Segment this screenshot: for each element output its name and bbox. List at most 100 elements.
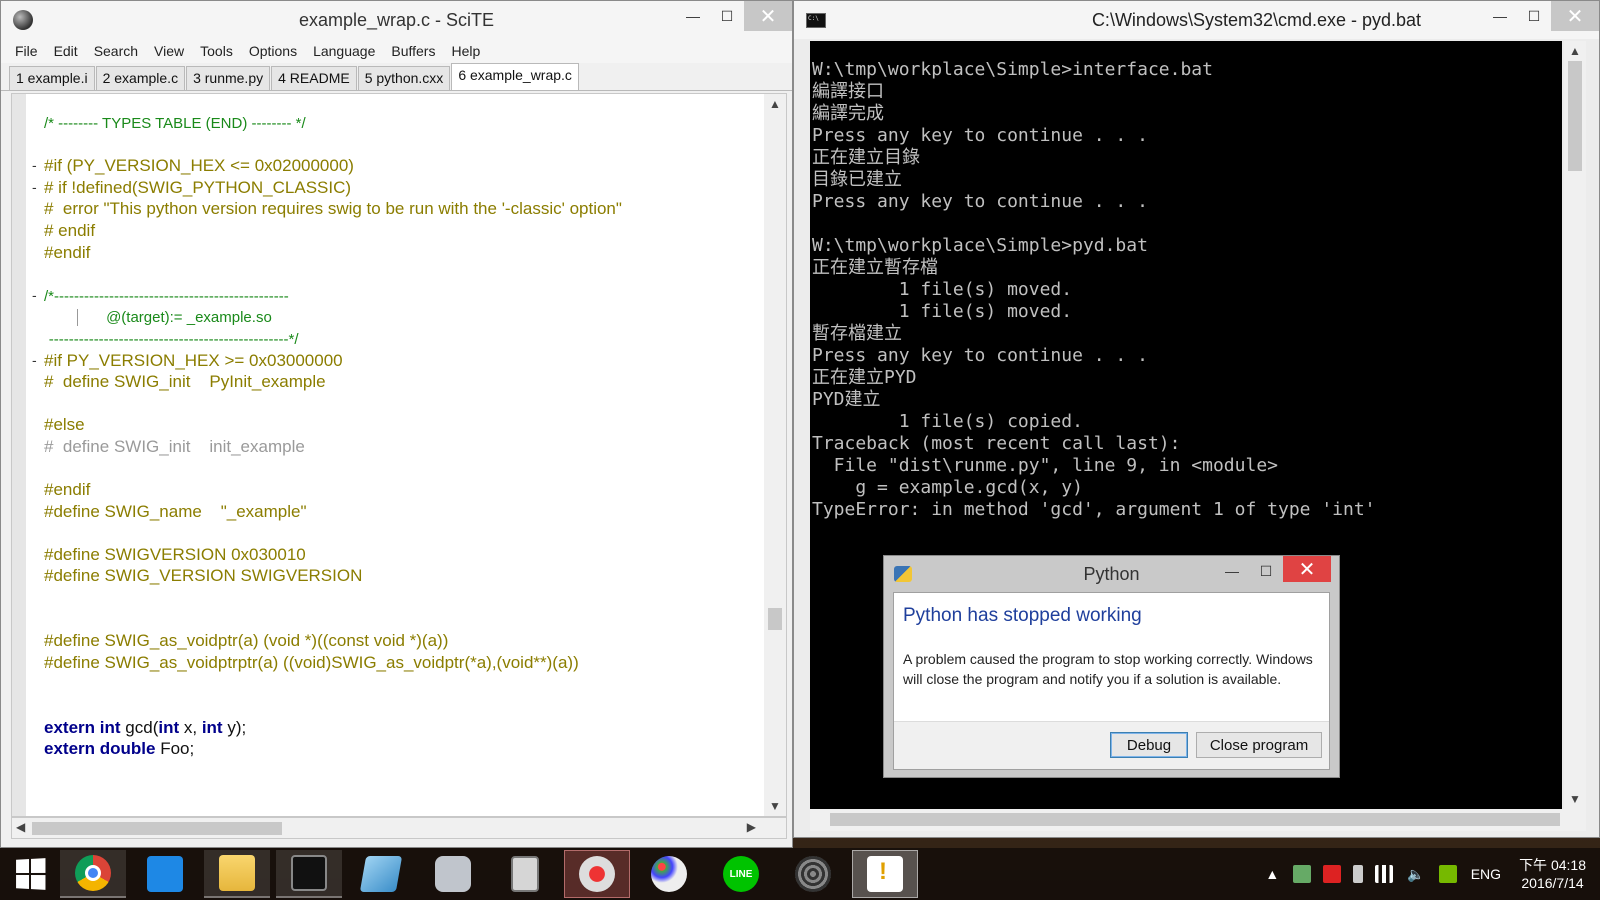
menu-buffers[interactable]: Buffers bbox=[383, 43, 443, 59]
menu-tools[interactable]: Tools bbox=[192, 43, 241, 59]
code-keyword: extern bbox=[44, 739, 96, 759]
code-line: #endif bbox=[44, 242, 91, 262]
console-line: 1 file(s) moved. bbox=[812, 301, 1073, 322]
fold-margin[interactable] bbox=[12, 94, 42, 816]
taskbar-chrome[interactable] bbox=[60, 850, 126, 898]
maximize-button[interactable]: ☐ bbox=[1517, 1, 1551, 31]
clock[interactable]: 下午 04:18 2016/7/14 bbox=[1519, 856, 1586, 892]
menu-search[interactable]: Search bbox=[86, 43, 146, 59]
tab-python-cxx[interactable]: 5 python.cxx bbox=[357, 66, 451, 90]
notepad-icon bbox=[359, 856, 403, 892]
dialog-titlebar[interactable]: Python — ☐ ✕ bbox=[884, 556, 1339, 592]
clock-time: 下午 04:18 bbox=[1519, 857, 1586, 873]
menu-view[interactable]: View bbox=[146, 43, 192, 59]
console-horizontal-scrollbar[interactable] bbox=[810, 809, 1586, 831]
close-button[interactable]: ✕ bbox=[1551, 1, 1599, 31]
scroll-thumb[interactable] bbox=[32, 822, 282, 835]
input-language[interactable]: ENG bbox=[1471, 866, 1501, 882]
close-button[interactable]: ✕ bbox=[1283, 556, 1331, 582]
start-button[interactable] bbox=[0, 848, 60, 900]
menu-help[interactable]: Help bbox=[443, 43, 488, 59]
scite-titlebar[interactable]: example_wrap.c - SciTE — ☐ ✕ bbox=[1, 1, 792, 39]
signal-icon[interactable] bbox=[1375, 865, 1394, 883]
fold-marker[interactable]: - bbox=[32, 155, 37, 177]
code-line: # error "This python version requires sw… bbox=[44, 199, 622, 219]
paint-icon bbox=[651, 856, 687, 892]
menu-language[interactable]: Language bbox=[305, 43, 383, 59]
tab-example-i[interactable]: 1 example.i bbox=[9, 66, 95, 90]
code-token: y); bbox=[227, 717, 247, 737]
scroll-down-icon[interactable]: ▼ bbox=[1564, 789, 1586, 809]
show-hidden-icons-icon[interactable]: ▲ bbox=[1265, 866, 1279, 882]
nvidia-icon[interactable] bbox=[1438, 865, 1457, 883]
console-line: Press any key to continue . . . bbox=[812, 345, 1148, 366]
code-keyword: int bbox=[158, 717, 180, 737]
cmd-icon bbox=[291, 855, 327, 891]
code-editor[interactable]: /* -------- TYPES TABLE (END) -------- *… bbox=[11, 93, 787, 817]
code-line: /*--------------------------------------… bbox=[44, 287, 289, 305]
cmd-app-icon[interactable] bbox=[806, 13, 826, 28]
taskbar-scite[interactable] bbox=[780, 850, 846, 898]
scroll-up-icon[interactable]: ▲ bbox=[1564, 41, 1586, 61]
console-line: 編譯完成 bbox=[812, 103, 884, 124]
taskbar-line[interactable]: LINE bbox=[708, 850, 774, 898]
console-line: 1 file(s) copied. bbox=[812, 411, 1083, 432]
tab-example-c[interactable]: 2 example.c bbox=[95, 66, 186, 90]
volume-icon[interactable]: 🔈 bbox=[1407, 866, 1424, 883]
scroll-left-icon[interactable]: ◀ bbox=[16, 820, 25, 834]
taskbar-calculator[interactable] bbox=[492, 850, 558, 898]
taskbar-snipping-tool[interactable] bbox=[564, 850, 630, 898]
cmd-titlebar[interactable]: C:\Windows\System32\cmd.exe - pyd.bat — … bbox=[794, 1, 1599, 39]
taskbar-cmd[interactable] bbox=[276, 850, 342, 898]
scite-app-icon[interactable] bbox=[13, 10, 33, 30]
code-line: /* -------- TYPES TABLE (END) -------- *… bbox=[44, 115, 306, 132]
console-line: 正在建立PYD bbox=[812, 367, 917, 388]
menu-edit[interactable]: Edit bbox=[46, 43, 86, 59]
scroll-up-icon[interactable]: ▲ bbox=[764, 94, 786, 114]
maximize-button[interactable]: ☐ bbox=[710, 1, 744, 31]
code-line: #define SWIG_name "_example" bbox=[44, 501, 307, 521]
code-line: #define SWIG_as_voidptrptr(a) ((void)SWI… bbox=[44, 652, 579, 672]
taskbar-notepad[interactable] bbox=[348, 850, 414, 898]
close-button[interactable]: ✕ bbox=[744, 1, 792, 31]
network-sync-icon[interactable] bbox=[1293, 865, 1312, 883]
scite-window: example_wrap.c - SciTE — ☐ ✕ File Edit S… bbox=[0, 0, 793, 848]
tab-runme-py[interactable]: 3 runme.py bbox=[186, 66, 271, 90]
minimize-button[interactable]: — bbox=[1215, 556, 1249, 586]
scroll-thumb[interactable] bbox=[830, 813, 1560, 826]
scroll-thumb[interactable] bbox=[1568, 61, 1582, 171]
scroll-right-icon[interactable]: ▶ bbox=[747, 820, 756, 834]
taskbar-error-reporting[interactable] bbox=[852, 850, 918, 898]
editor-vertical-scrollbar[interactable]: ▲ ▼ bbox=[764, 94, 786, 816]
scroll-thumb[interactable] bbox=[768, 608, 782, 630]
console-line: Press any key to continue . . . bbox=[812, 125, 1148, 146]
line-icon: LINE bbox=[723, 856, 759, 892]
editor-horizontal-scrollbar[interactable]: ◀ ▶ bbox=[11, 817, 787, 839]
security-icon[interactable] bbox=[1323, 865, 1342, 883]
tab-example-wrap-c[interactable]: 6 example_wrap.c bbox=[451, 63, 579, 90]
minimize-button[interactable]: — bbox=[1483, 1, 1517, 31]
scroll-down-icon[interactable]: ▼ bbox=[764, 796, 786, 816]
menu-options[interactable]: Options bbox=[241, 43, 305, 59]
code-line: ----------------------------------------… bbox=[48, 330, 299, 348]
fold-marker[interactable]: - bbox=[32, 177, 37, 199]
code-text[interactable]: /* -------- TYPES TABLE (END) -------- *… bbox=[32, 112, 756, 760]
fold-marker[interactable]: - bbox=[32, 285, 37, 307]
console-line: g = example.gcd(x, y) bbox=[812, 477, 1083, 498]
battery-icon[interactable] bbox=[1353, 865, 1364, 883]
taskbar-file-explorer[interactable] bbox=[204, 850, 270, 898]
code-keyword: extern bbox=[44, 717, 96, 737]
tab-readme[interactable]: 4 README bbox=[271, 66, 357, 90]
taskbar-media-player[interactable] bbox=[132, 850, 198, 898]
close-program-button[interactable]: Close program bbox=[1196, 732, 1322, 758]
fold-marker[interactable]: - bbox=[32, 350, 37, 372]
code-line: #define SWIG_as_voidptr(a) (void *)((con… bbox=[44, 631, 449, 651]
debug-button[interactable]: Debug bbox=[1110, 732, 1188, 758]
console-vertical-scrollbar[interactable]: ▲ ▼ bbox=[1564, 41, 1586, 809]
menu-file[interactable]: File bbox=[7, 43, 46, 59]
taskbar-camera[interactable] bbox=[420, 850, 486, 898]
minimize-button[interactable]: — bbox=[676, 1, 710, 31]
maximize-button[interactable]: ☐ bbox=[1249, 556, 1283, 586]
taskbar-paint[interactable] bbox=[636, 850, 702, 898]
